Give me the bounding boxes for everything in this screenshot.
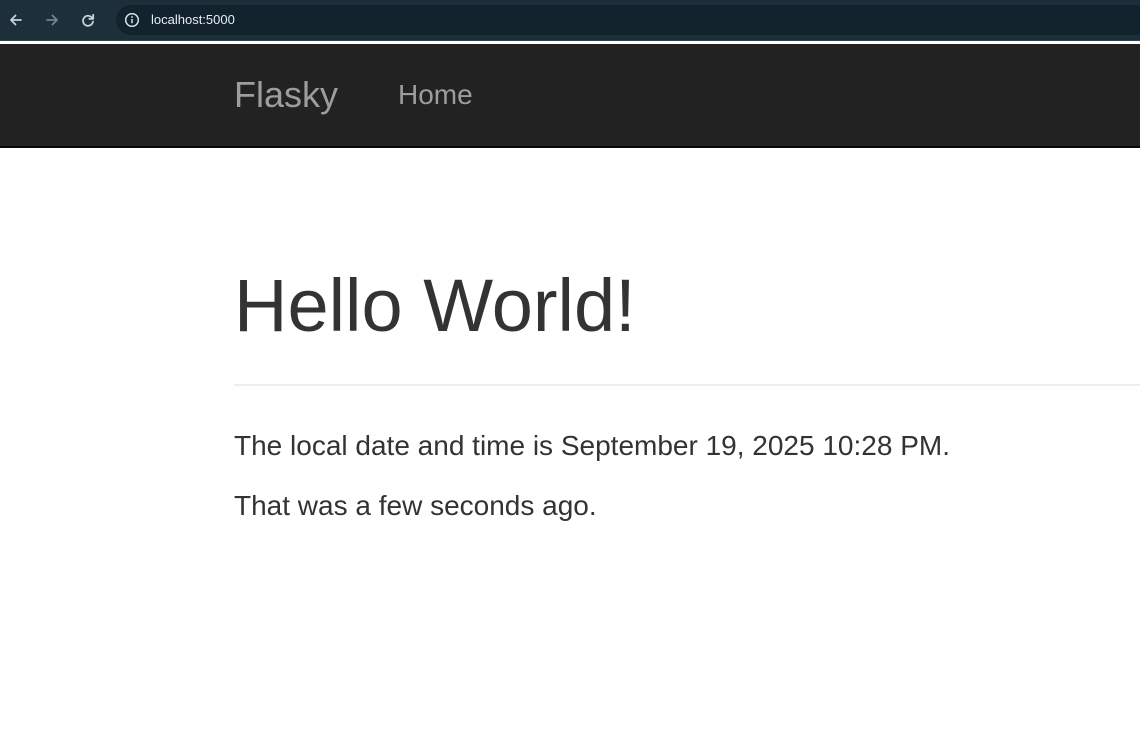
brand-link[interactable]: Flasky — [234, 44, 338, 146]
reload-icon[interactable] — [76, 8, 100, 32]
nav-link-home[interactable]: Home — [398, 44, 473, 146]
address-bar[interactable]: localhost:5000 — [116, 5, 1140, 35]
datetime-text: The local date and time is September 19,… — [234, 430, 950, 461]
header-divider — [234, 384, 1140, 386]
back-arrow-icon[interactable] — [4, 8, 28, 32]
forward-arrow-icon[interactable] — [40, 8, 64, 32]
site-info-icon[interactable] — [124, 12, 140, 28]
url-text: localhost:5000 — [151, 12, 235, 27]
page-heading: Hello World! — [234, 264, 636, 347]
relative-time-text: That was a few seconds ago. — [234, 490, 597, 521]
site-navbar: Flasky Home — [0, 44, 1140, 148]
browser-toolbar: localhost:5000 — [0, 0, 1140, 41]
